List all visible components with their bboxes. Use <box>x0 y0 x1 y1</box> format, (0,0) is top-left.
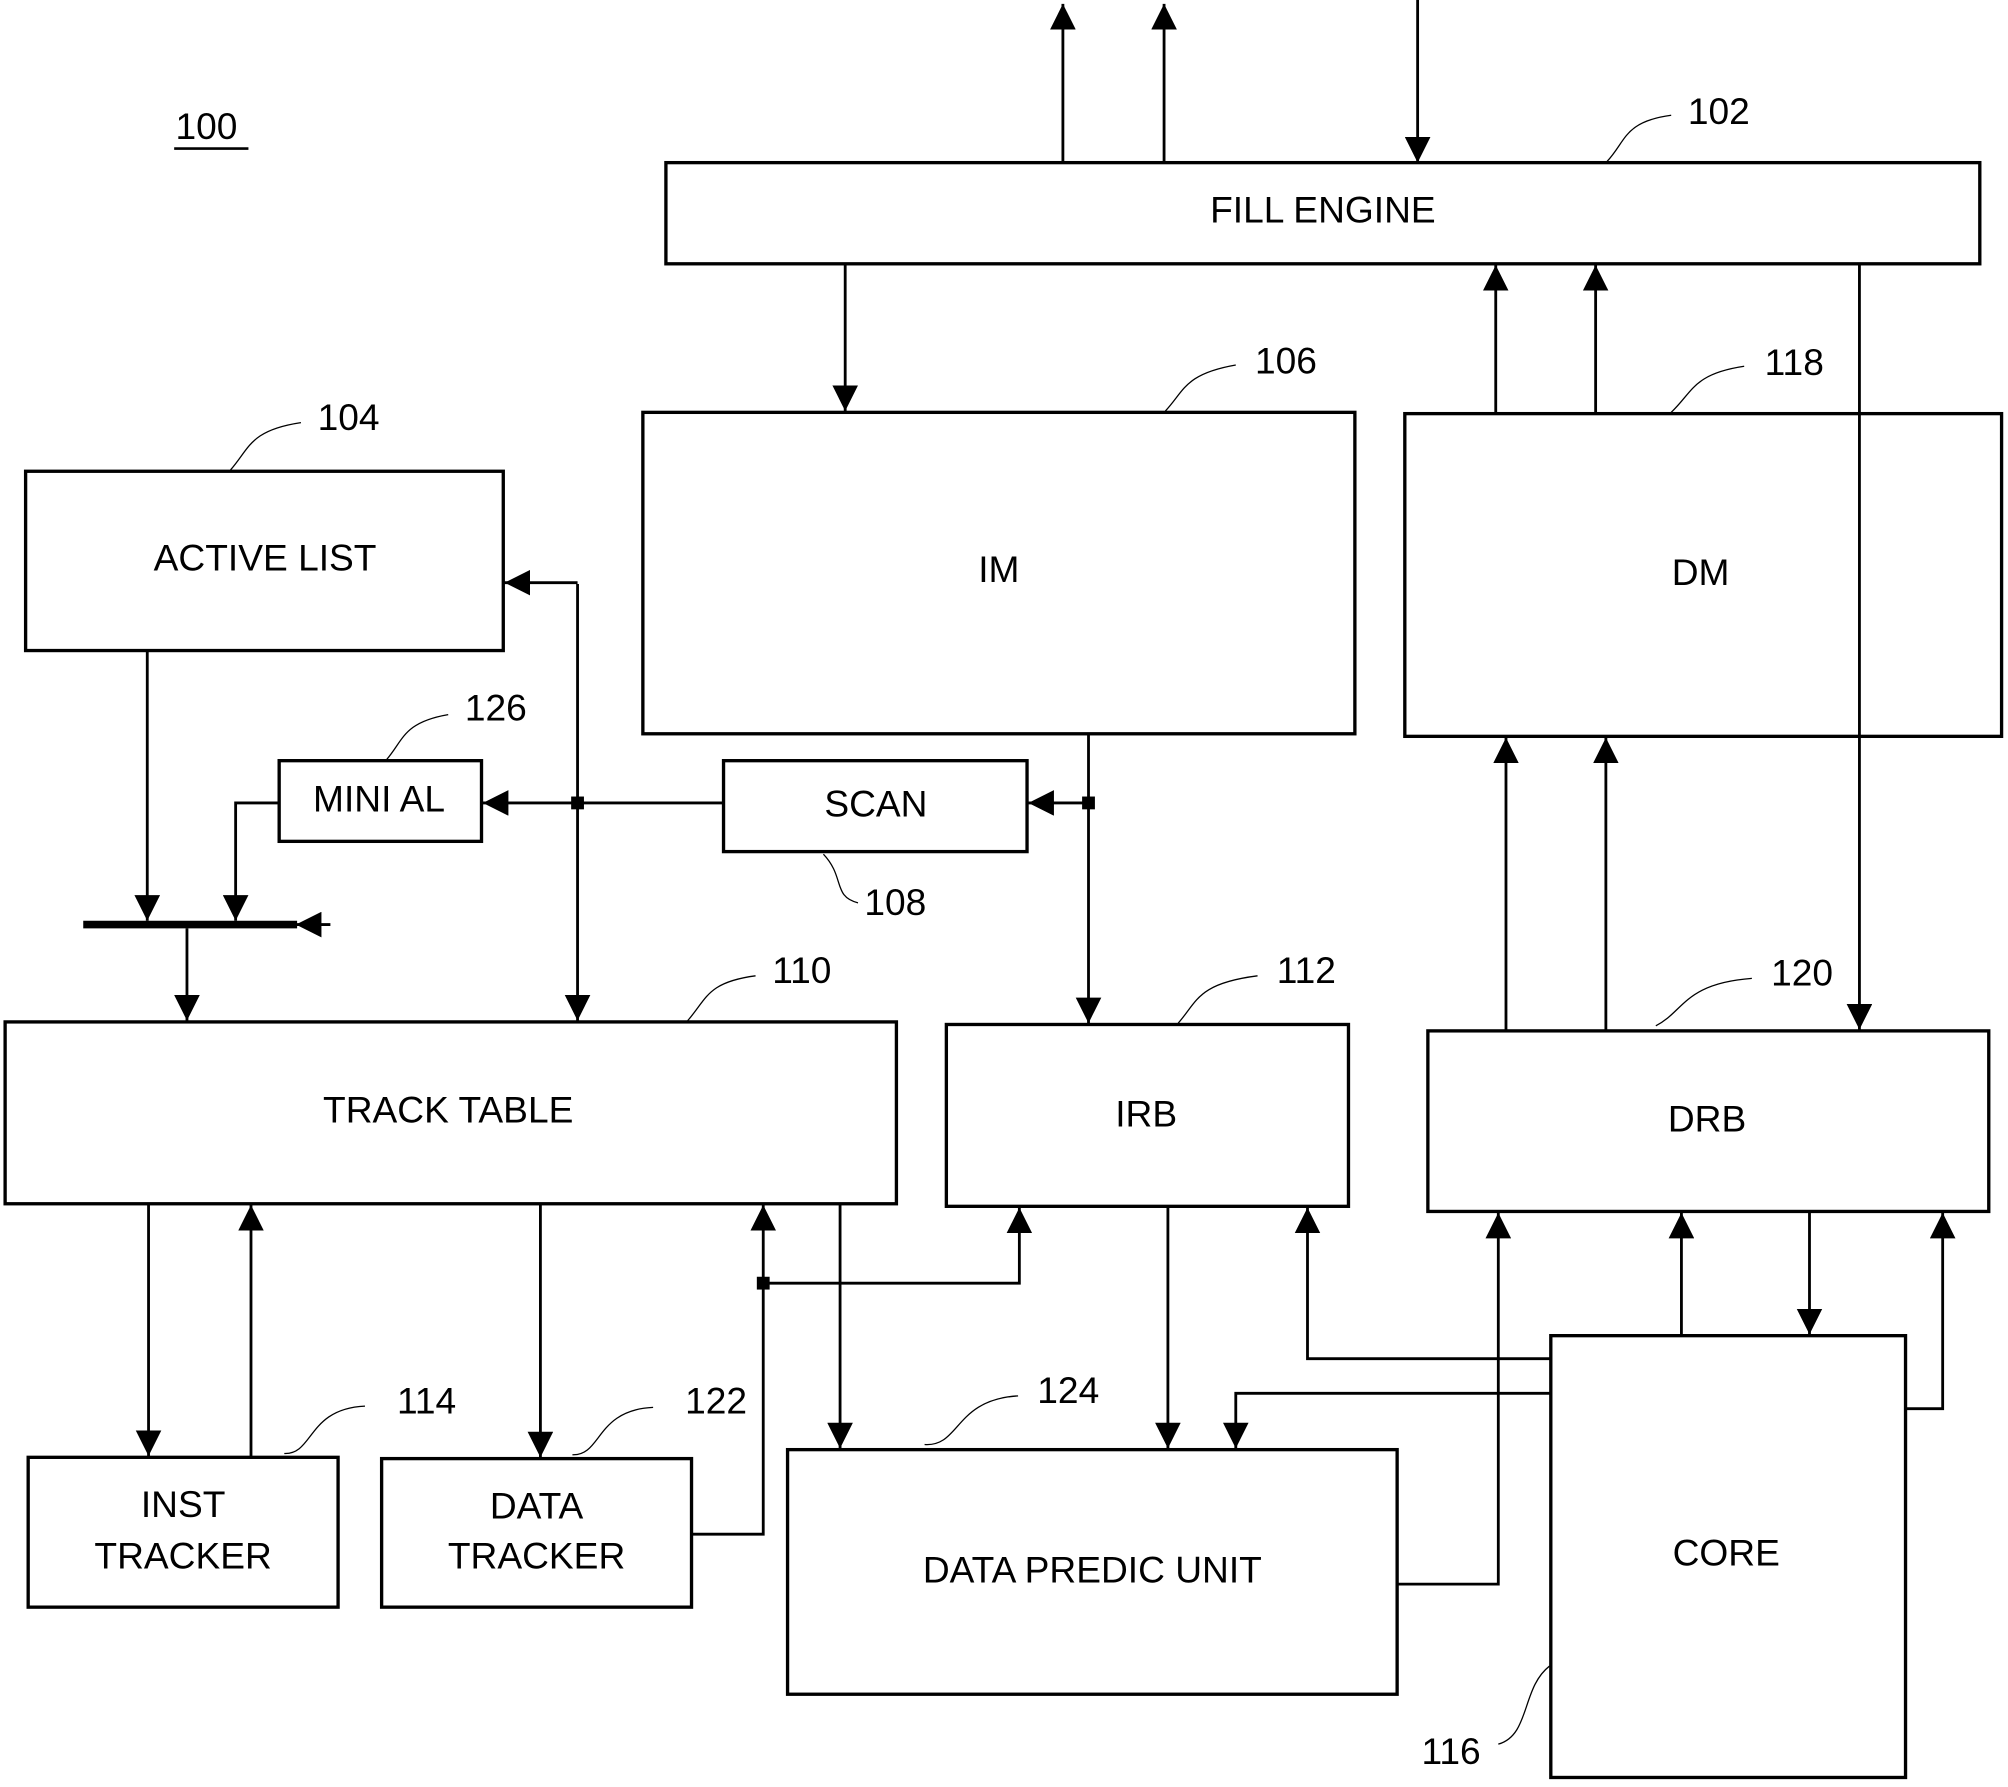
track-table-leader <box>687 975 756 1022</box>
arrow-data-tracker-to-track-table <box>691 1205 777 1536</box>
inst-tracker-ref: 114 <box>397 1379 456 1421</box>
data-tracker-box <box>379 1456 694 1609</box>
inst-tracker-leader <box>284 1405 365 1455</box>
track-table-block: TRACK TABLE 110 <box>3 949 899 1206</box>
im-label: IM <box>978 548 1019 590</box>
scan-label: SCAN <box>824 783 927 825</box>
inst-tracker-label-line2: TRACKER <box>94 1534 271 1576</box>
scan-leader <box>822 853 859 904</box>
arrow-core-to-data-predic <box>1222 1391 1551 1449</box>
irb-label: IRB <box>1115 1092 1177 1134</box>
active-list-block: ACTIVE LIST 104 <box>23 396 505 653</box>
mini-al-leader <box>386 713 449 760</box>
data-tracker-label-line1: DATA <box>490 1484 584 1526</box>
arrow-data-tracker-to-irb <box>763 1207 1033 1285</box>
junction-dot-scan-bus <box>571 796 584 810</box>
core-label: CORE <box>1673 1532 1780 1574</box>
drb-leader <box>1655 977 1752 1027</box>
arrow-core-to-irb <box>1294 1207 1551 1361</box>
data-predic-unit-leader <box>924 1395 1019 1446</box>
active-list-ref: 104 <box>318 396 380 438</box>
mini-al-label: MINI AL <box>313 777 445 819</box>
track-table-ref: 110 <box>772 949 831 991</box>
data-tracker-leader <box>572 1406 654 1456</box>
fill-engine-ref: 102 <box>1688 90 1750 132</box>
arrow-core-right-to-drb <box>1905 1212 1956 1411</box>
mini-al-block: MINI AL 126 <box>277 687 527 844</box>
dm-block: DM 118 <box>1403 341 2004 739</box>
data-tracker-label-line2: TRACKER <box>448 1534 625 1576</box>
irb-leader <box>1177 975 1258 1024</box>
junction-dot-im <box>1082 796 1095 810</box>
arrow-data-predic-to-drb <box>1397 1212 1512 1586</box>
dm-leader <box>1670 365 1745 413</box>
scan-ref: 108 <box>864 881 926 923</box>
active-list-leader <box>230 421 302 471</box>
track-table-label: TRACK TABLE <box>323 1089 573 1131</box>
im-leader <box>1164 364 1236 412</box>
irb-block: IRB 112 <box>944 949 1351 1208</box>
data-predic-unit-block: DATA PREDIC UNIT 124 <box>785 1369 1399 1696</box>
im-block: IM 106 <box>641 340 1357 736</box>
fill-engine-block: FILL ENGINE 102 <box>664 90 1982 266</box>
junction-dot-data-tracker <box>756 1276 770 1290</box>
im-ref: 106 <box>1255 340 1317 382</box>
core-leader <box>1498 1665 1550 1745</box>
drb-ref: 120 <box>1771 952 1833 994</box>
mini-al-ref: 126 <box>465 687 527 729</box>
scan-block: SCAN 108 <box>721 759 1029 923</box>
irb-ref: 112 <box>1277 949 1336 991</box>
core-ref: 116 <box>1421 1730 1480 1772</box>
drb-block: DRB 120 <box>1426 952 1991 1214</box>
arrow-mini-al-to-selector <box>222 801 280 921</box>
block-diagram: 100 FILL ENGINE 102 IM 106 DM 118 ACTIVE… <box>3 0 2004 1780</box>
data-predic-unit-ref: 124 <box>1037 1369 1099 1411</box>
drb-label: DRB <box>1668 1098 1746 1140</box>
core-block: CORE 116 <box>1421 1334 1908 1780</box>
figure-number: 100 <box>175 105 237 147</box>
fill-engine-label: FILL ENGINE <box>1210 188 1436 230</box>
data-tracker-ref: 122 <box>685 1379 747 1421</box>
inst-tracker-box <box>26 1455 340 1609</box>
data-predic-unit-label: DATA PREDIC UNIT <box>923 1548 1262 1590</box>
inst-tracker-label-line1: INST <box>141 1483 226 1525</box>
dm-ref: 118 <box>1765 341 1824 383</box>
dm-label: DM <box>1672 551 1730 593</box>
active-list-label: ACTIVE LIST <box>154 537 377 579</box>
fill-engine-leader <box>1606 114 1672 162</box>
